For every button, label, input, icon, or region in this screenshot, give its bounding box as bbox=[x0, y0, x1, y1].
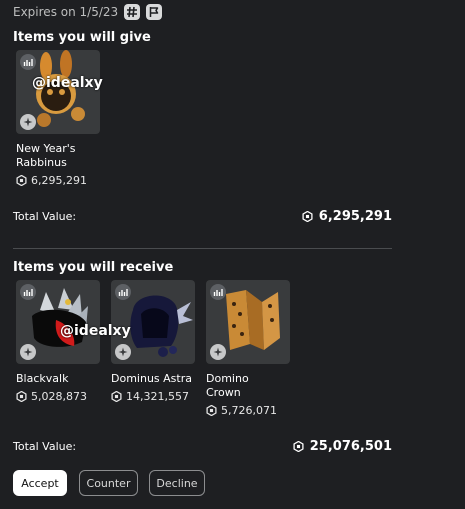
limited-sparkle-icon bbox=[20, 344, 36, 360]
item-value: 5,726,071 bbox=[206, 404, 296, 417]
limited-sparkle-icon bbox=[115, 344, 131, 360]
item-thumbnail[interactable] bbox=[16, 280, 100, 364]
robux-icon bbox=[206, 405, 217, 416]
expires-text: Expires on 1/5/23 bbox=[13, 5, 119, 19]
limited-sparkle-icon bbox=[20, 114, 36, 130]
item-name[interactable]: New Year's Rabbinus bbox=[16, 142, 106, 170]
give-total-value-text: 6,295,291 bbox=[318, 209, 392, 224]
give-section-title: Items you will give bbox=[13, 30, 151, 45]
section-divider bbox=[13, 248, 392, 249]
item-thumbnail[interactable] bbox=[111, 280, 195, 364]
robux-icon bbox=[302, 211, 313, 222]
item-thumbnail[interactable] bbox=[16, 50, 100, 134]
decline-button[interactable]: Decline bbox=[149, 470, 205, 496]
item-thumbnail[interactable] bbox=[206, 280, 290, 364]
stats-icon bbox=[210, 284, 226, 300]
receive-item-dominus-astra[interactable]: Dominus Astra 14,321,557 bbox=[111, 280, 201, 403]
receive-total-label: Total Value: bbox=[13, 440, 77, 453]
receive-total-value-text: 25,076,501 bbox=[309, 439, 392, 454]
receive-item-domino-crown[interactable]: Domino Crown 5,726,071 bbox=[206, 280, 296, 417]
item-value-text: 14,321,557 bbox=[126, 390, 189, 403]
watermark-text: @idealxy bbox=[60, 323, 131, 339]
stats-icon bbox=[20, 284, 36, 300]
limited-sparkle-icon bbox=[210, 344, 226, 360]
receive-section-title: Items you will receive bbox=[13, 260, 174, 275]
item-value-text: 5,028,873 bbox=[31, 390, 87, 403]
stats-icon bbox=[115, 284, 131, 300]
item-value: 5,028,873 bbox=[16, 390, 106, 403]
item-name[interactable]: Blackvalk bbox=[16, 372, 106, 386]
counter-button[interactable]: Counter bbox=[79, 470, 138, 496]
stats-icon bbox=[20, 54, 36, 70]
watermark-text: @idealxy bbox=[32, 75, 103, 91]
item-name[interactable]: Dominus Astra bbox=[111, 372, 201, 386]
expires-row: Expires on 1/5/23 bbox=[13, 3, 163, 21]
item-value-text: 6,295,291 bbox=[31, 174, 87, 187]
robux-icon bbox=[293, 441, 304, 452]
item-value: 14,321,557 bbox=[111, 390, 201, 403]
receive-total-value: 25,076,501 bbox=[293, 439, 392, 454]
item-value-text: 5,726,071 bbox=[221, 404, 277, 417]
give-total-value: 6,295,291 bbox=[302, 209, 392, 224]
hash-icon[interactable] bbox=[124, 4, 141, 20]
robux-icon bbox=[16, 391, 27, 402]
item-value: 6,295,291 bbox=[16, 174, 106, 187]
robux-icon bbox=[16, 175, 27, 186]
give-total-label: Total Value: bbox=[13, 210, 77, 223]
flag-icon[interactable] bbox=[146, 4, 163, 20]
give-item-rabbinus[interactable]: New Year's Rabbinus 6,295,291 bbox=[16, 50, 106, 187]
item-name[interactable]: Domino Crown bbox=[206, 372, 266, 400]
robux-icon bbox=[111, 391, 122, 402]
accept-button[interactable]: Accept bbox=[13, 470, 67, 496]
receive-item-blackvalk[interactable]: Blackvalk 5,028,873 bbox=[16, 280, 106, 403]
